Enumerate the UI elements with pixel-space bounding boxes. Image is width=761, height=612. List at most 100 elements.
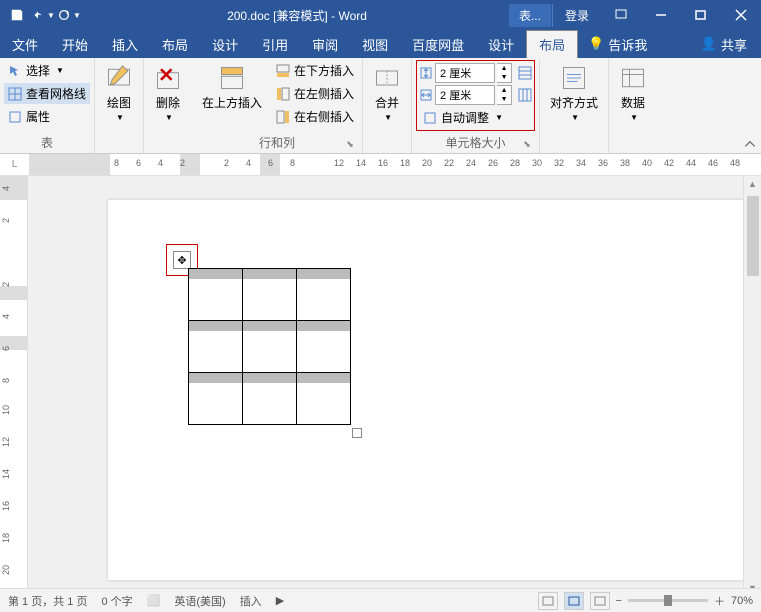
table-cell[interactable]	[189, 269, 243, 321]
table-cell[interactable]	[297, 321, 351, 373]
tab-references[interactable]: 引用	[250, 30, 300, 58]
scroll-up-button[interactable]: ▲	[744, 176, 761, 192]
ruler-corner[interactable]: L	[0, 154, 30, 175]
view-gridlines-button[interactable]: 查看网格线	[4, 83, 90, 104]
context-tab-indicator: 表...	[508, 3, 552, 28]
insert-right-button[interactable]: 在右侧插入	[272, 106, 358, 127]
tab-view[interactable]: 视图	[350, 30, 400, 58]
table-resize-handle[interactable]	[352, 428, 362, 438]
col-width-down[interactable]: ▼	[497, 95, 511, 104]
dialog-launcher-cell-size[interactable]: ⬊	[521, 139, 533, 151]
insert-mode[interactable]: 插入	[240, 593, 262, 609]
maximize-button[interactable]	[681, 0, 721, 30]
row-height-up[interactable]: ▲	[497, 64, 511, 73]
ribbon-options-button[interactable]	[601, 0, 641, 30]
ruler-tick: 38	[620, 158, 630, 168]
col-width-input[interactable]	[435, 85, 495, 105]
tab-baidu[interactable]: 百度网盘	[400, 30, 476, 58]
ruler-horizontal[interactable]: 8642246812141618202224262830323436384042…	[30, 154, 761, 175]
table-cell[interactable]	[243, 373, 297, 425]
word-count[interactable]: 0 个字	[101, 593, 132, 609]
macro-record-icon[interactable]: ▶	[276, 594, 284, 607]
ribbon-tabs: 文件 开始 插入 布局 设计 引用 审阅 视图 百度网盘 设计 布局 💡 告诉我…	[0, 30, 761, 58]
undo-button[interactable]: ▼	[30, 2, 56, 28]
data-button[interactable]: 数据▼	[613, 60, 653, 126]
ruler-tick: 12	[334, 158, 344, 168]
row-height-down[interactable]: ▼	[497, 73, 511, 82]
ruler-tick: 20	[422, 158, 432, 168]
table-cell[interactable]	[243, 321, 297, 373]
insert-left-button[interactable]: 在左侧插入	[272, 83, 358, 104]
tab-file[interactable]: 文件	[0, 30, 50, 58]
view-read-button[interactable]	[538, 592, 558, 610]
col-width-up[interactable]: ▲	[497, 86, 511, 95]
ruler-tick: 8	[114, 158, 119, 168]
login-button[interactable]: 登录	[552, 4, 601, 27]
ruler-tick: 10	[1, 405, 11, 415]
ruler-tick: 24	[466, 158, 476, 168]
lightbulb-icon: 💡	[588, 36, 604, 52]
tab-table-layout[interactable]: 布局	[526, 30, 578, 58]
tab-review[interactable]: 审阅	[300, 30, 350, 58]
zoom-value[interactable]: 70%	[731, 595, 753, 607]
dialog-launcher-rows-cols[interactable]: ⬊	[344, 139, 356, 151]
ruler-tick: 36	[598, 158, 608, 168]
document-canvas[interactable]: ✥	[108, 200, 761, 580]
zoom-out-button[interactable]: −	[616, 595, 622, 607]
distribute-rows-icon[interactable]	[518, 66, 532, 80]
tab-insert[interactable]: 插入	[100, 30, 150, 58]
ruler-tick: 2	[180, 158, 185, 168]
share-button[interactable]: 👤 共享	[687, 30, 761, 58]
document-table[interactable]	[188, 268, 351, 425]
save-button[interactable]	[4, 2, 30, 28]
ruler-vertical[interactable]: 422468101214161820	[0, 176, 28, 596]
redo-button[interactable]: ▼	[56, 2, 82, 28]
view-web-button[interactable]	[590, 592, 610, 610]
minimize-button[interactable]	[641, 0, 681, 30]
table-cell[interactable]	[297, 269, 351, 321]
insert-above-button[interactable]: 在上方插入	[196, 60, 268, 115]
tab-layout[interactable]: 布局	[150, 30, 200, 58]
share-label: 共享	[721, 35, 747, 54]
zoom-slider[interactable]	[628, 599, 708, 602]
zoom-slider-thumb[interactable]	[664, 595, 672, 606]
view-print-button[interactable]	[564, 592, 584, 610]
scrollbar-vertical[interactable]: ▲ ▼	[743, 176, 761, 596]
row-height-input[interactable]	[435, 63, 495, 83]
ruler-tick: 14	[356, 158, 366, 168]
group-draw: 绘图▼	[95, 58, 144, 153]
group-cell-size: ▲▼ ▲▼ 自动调整▼ 单元格大小⬊	[412, 58, 540, 153]
language-indicator[interactable]: 英语(美国)	[174, 593, 225, 609]
merge-button[interactable]: 合并▼	[367, 60, 407, 126]
ruler-tick: 4	[1, 314, 11, 319]
autofit-button[interactable]: 自动调整▼	[419, 107, 532, 128]
insert-below-button[interactable]: 在下方插入	[272, 60, 358, 81]
group-rows-cols: 在上方插入 在下方插入 在左侧插入 在右侧插入 行和列⬊	[192, 58, 363, 153]
table-cell[interactable]	[189, 321, 243, 373]
table-cell[interactable]	[189, 373, 243, 425]
tab-design[interactable]: 设计	[200, 30, 250, 58]
draw-button[interactable]: 绘图▼	[99, 60, 139, 126]
tab-table-design[interactable]: 设计	[476, 30, 526, 58]
table-cell[interactable]	[297, 373, 351, 425]
ruler-tick: 4	[246, 158, 251, 168]
select-button[interactable]: 选择▼	[4, 60, 90, 81]
spellcheck-icon[interactable]: ⬜	[147, 594, 161, 607]
zoom-in-button[interactable]: ＋	[714, 593, 725, 609]
delete-button[interactable]: 删除▼	[148, 60, 188, 126]
ruler-tick: 18	[1, 533, 11, 543]
scroll-thumb[interactable]	[747, 196, 759, 276]
close-button[interactable]	[721, 0, 761, 30]
document-area: 422468101214161820 ✥ ▲ ▼	[0, 176, 761, 596]
group-data: 数据▼	[609, 58, 657, 153]
properties-button[interactable]: 属性	[4, 106, 90, 127]
table-cell[interactable]	[243, 269, 297, 321]
collapse-ribbon-button[interactable]	[743, 137, 757, 151]
alignment-button[interactable]: 对齐方式▼	[544, 60, 604, 126]
ribbon-content: 选择▼ 查看网格线 属性 表 绘图▼ 删除▼ 在上方插入 在下方插入 在左侧插入…	[0, 58, 761, 154]
distribute-cols-icon[interactable]	[518, 88, 532, 102]
ruler-tick: 34	[576, 158, 586, 168]
tell-me-button[interactable]: 💡 告诉我	[578, 30, 657, 58]
tab-home[interactable]: 开始	[50, 30, 100, 58]
page-indicator[interactable]: 第 1 页，共 1 页	[8, 593, 87, 609]
